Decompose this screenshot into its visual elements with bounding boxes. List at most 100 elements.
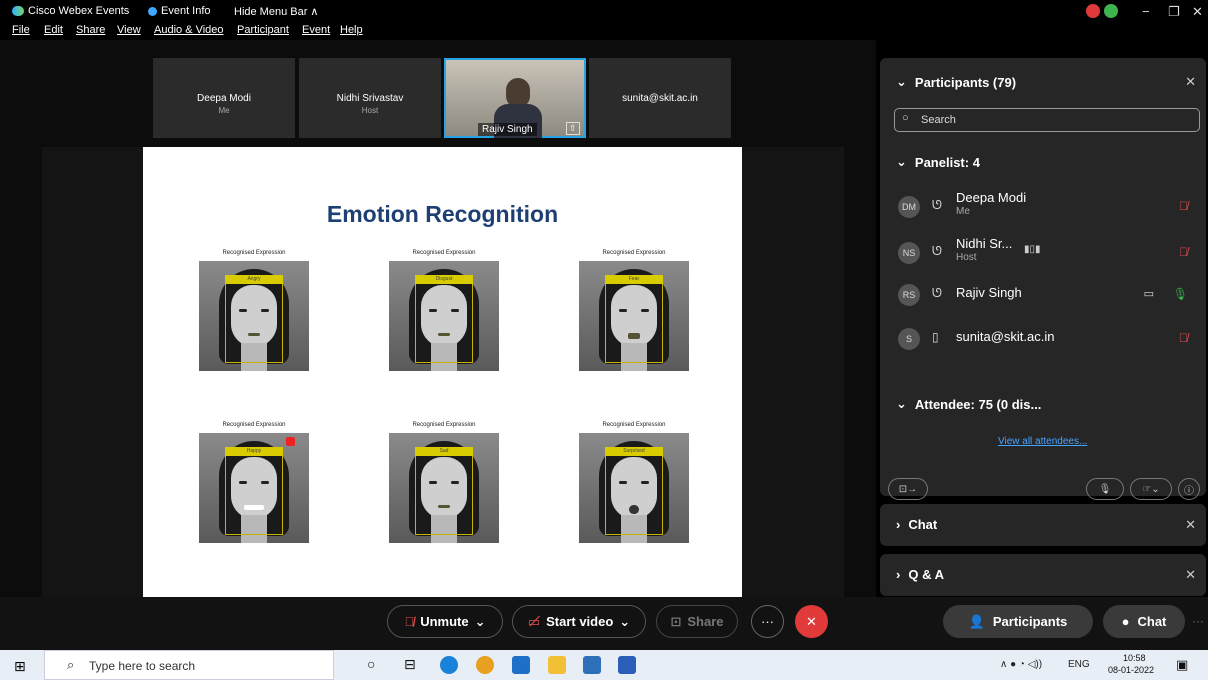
- windows-taskbar: ⊞ ⌕ Type here to search ○ ⊟ ∧ ● ◔ ◁)) EN…: [0, 650, 1208, 680]
- participants-card: ⌄ Participants (79) ✕ ○ Search ⌄ Panelis…: [880, 58, 1206, 500]
- video-thumbnail[interactable]: Deepa Modi Me: [153, 58, 295, 138]
- mic-muted-icon[interactable]: 🎙̸: [1179, 331, 1188, 345]
- search-icon: ⌕: [67, 657, 75, 672]
- unmute-button[interactable]: 🎙̸ Unmute ⌄: [387, 605, 503, 638]
- menu-share[interactable]: Share: [76, 24, 105, 36]
- share-icon: ⊡: [670, 613, 682, 629]
- headset-icon: ᘎ: [932, 286, 942, 300]
- title-bar: Cisco Webex Events Event Info Hide Menu …: [0, 0, 1208, 40]
- mute-all-button[interactable]: 🎙: [1086, 478, 1124, 500]
- menu-participant[interactable]: Participant: [237, 24, 289, 36]
- expression-figure: Recognised Expression Fear: [554, 250, 714, 410]
- mic-muted-icon: 🎙̸: [404, 614, 415, 629]
- edge-icon[interactable]: [440, 656, 458, 674]
- mic-on-icon[interactable]: 🎙: [1173, 287, 1188, 301]
- chat-card[interactable]: › Chat ✕: [880, 504, 1206, 546]
- menu-edit[interactable]: Edit: [44, 24, 63, 36]
- chevron-down-icon: ⌄: [896, 74, 907, 89]
- mic-muted-icon[interactable]: 🎙̸: [1179, 199, 1188, 213]
- participant-row[interactable]: S ▯ sunita@skit.ac.in 🎙̸: [880, 320, 1206, 360]
- menu-help[interactable]: Help: [340, 24, 363, 36]
- participant-name: Nidhi Sr...: [956, 236, 1013, 251]
- share-button[interactable]: ⊡ Share: [656, 605, 738, 638]
- close-icon[interactable]: ✕: [1185, 517, 1196, 533]
- chevron-right-icon: ›: [896, 517, 901, 532]
- chat-bubble-icon: ●: [1121, 614, 1130, 629]
- more-options-button[interactable]: ···: [751, 605, 784, 638]
- word-icon[interactable]: [618, 656, 636, 674]
- expression-figure: Recognised Expression Angry: [174, 250, 334, 410]
- language-indicator[interactable]: ENG: [1068, 659, 1090, 670]
- clock-time[interactable]: 10:58: [1123, 653, 1146, 663]
- search-placeholder: Search: [921, 114, 956, 126]
- headset-icon: ᘎ: [932, 244, 942, 258]
- search-input[interactable]: ○ Search: [894, 108, 1200, 132]
- participant-row[interactable]: NS ᘎ Nidhi Sr... Host ▮▯▮ 🎙̸: [880, 234, 1206, 274]
- menu-file[interactable]: File: [12, 24, 30, 36]
- attendee-section-header[interactable]: ⌄ Attendee: 75 (0 dis...: [896, 396, 1041, 412]
- clock-date[interactable]: 08-01-2022: [1108, 665, 1154, 675]
- admit-button[interactable]: ⊡→: [888, 478, 928, 500]
- close-window-icon[interactable]: ✕: [1192, 4, 1203, 20]
- audio-level-icon: ▮▯▮: [1024, 244, 1041, 255]
- taskbar-search-placeholder: Type here to search: [89, 659, 196, 673]
- expression-label: Fear: [605, 275, 663, 284]
- menu-audio-video[interactable]: Audio & Video: [154, 24, 224, 36]
- participants-header[interactable]: ⌄ Participants (79): [896, 74, 1016, 90]
- menu-bar: File Edit Share View Audio & Video Parti…: [0, 22, 1208, 40]
- mail-icon[interactable]: [512, 656, 530, 674]
- close-icon[interactable]: ✕: [1185, 567, 1196, 583]
- taskbar-search-input[interactable]: ⌕ Type here to search: [44, 650, 334, 680]
- hide-menu-bar-button[interactable]: Hide Menu Bar ∧: [234, 5, 318, 18]
- figure-caption: Recognised Expression: [602, 250, 666, 256]
- close-icon: ✕: [806, 613, 817, 629]
- figure-caption: Recognised Expression: [222, 250, 286, 256]
- event-info-button[interactable]: Event Info: [148, 5, 211, 17]
- search-icon: ○: [902, 112, 909, 124]
- more-info-button[interactable]: ⓘ: [1178, 478, 1200, 500]
- windows-start-icon[interactable]: ⊞: [14, 658, 26, 675]
- chat-header[interactable]: › Chat: [896, 517, 937, 532]
- event-info-label: Event Info: [161, 5, 211, 17]
- avatar: NS: [898, 242, 920, 264]
- raise-hand-button[interactable]: ☞⌄: [1130, 478, 1172, 500]
- avatar: RS: [898, 284, 920, 306]
- mic-muted-icon[interactable]: 🎙̸: [1179, 245, 1188, 259]
- view-all-attendees-link[interactable]: View all attendees...: [998, 436, 1087, 447]
- chat-button[interactable]: ● Chat: [1103, 605, 1185, 638]
- webex-window: Cisco Webex Events Event Info Hide Menu …: [0, 0, 1208, 680]
- qa-card[interactable]: › Q & A ✕: [880, 554, 1206, 596]
- participant-row[interactable]: DM ᘎ Deepa Modi Me 🎙̸: [880, 188, 1206, 228]
- video-thumbnail[interactable]: sunita@skit.ac.in: [589, 58, 731, 138]
- leave-button[interactable]: ✕: [795, 605, 828, 638]
- cortana-icon[interactable]: ○: [367, 656, 375, 672]
- menu-view[interactable]: View: [117, 24, 141, 36]
- menu-event[interactable]: Event: [302, 24, 330, 36]
- figure-caption: Recognised Expression: [412, 422, 476, 428]
- avatar: S: [898, 328, 920, 350]
- panelist-section-header[interactable]: ⌄ Panelist: 4: [896, 154, 980, 170]
- task-view-icon[interactable]: ⊟: [404, 656, 416, 673]
- webex-taskbar-icon[interactable]: [583, 656, 601, 674]
- expression-label: Disgust: [415, 275, 473, 284]
- start-video-button[interactable]: ▭̸ Start video ⌄: [512, 605, 646, 638]
- active-speaker-thumbnail[interactable]: Rajiv Singh ⇧: [444, 58, 586, 138]
- tray-icons[interactable]: ∧ ● ◔ ◁)): [1000, 659, 1042, 670]
- recording-icon[interactable]: [1086, 4, 1100, 18]
- chrome-icon[interactable]: [476, 656, 494, 674]
- file-explorer-icon[interactable]: [548, 656, 566, 674]
- close-icon[interactable]: ✕: [1185, 74, 1196, 90]
- overflow-icon[interactable]: ···: [1192, 614, 1204, 628]
- participant-row[interactable]: RS ᘎ Rajiv Singh ▭ 🎙: [880, 276, 1206, 316]
- participants-button[interactable]: 👤 Participants: [943, 605, 1093, 638]
- chevron-down-icon: ⌄: [896, 396, 907, 411]
- notification-icon[interactable]: ▣: [1176, 657, 1188, 673]
- network-icon[interactable]: [1104, 4, 1118, 18]
- restore-icon[interactable]: ❐: [1168, 4, 1180, 20]
- video-thumbnail[interactable]: Nidhi Srivastav Host: [299, 58, 441, 138]
- figure-caption: Recognised Expression: [222, 422, 286, 428]
- minimize-icon[interactable]: −: [1142, 4, 1150, 19]
- qa-header[interactable]: › Q & A: [896, 567, 944, 582]
- thumbnail-role: Me: [218, 106, 230, 115]
- panelist-header-label: Panelist: 4: [914, 154, 980, 170]
